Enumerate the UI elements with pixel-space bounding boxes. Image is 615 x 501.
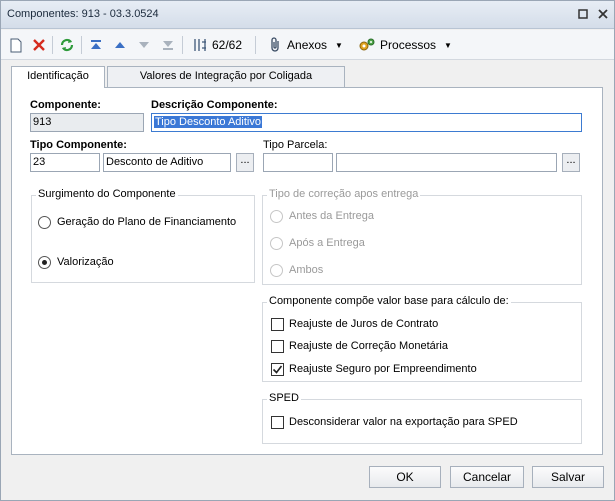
new-record-icon[interactable] xyxy=(8,36,24,54)
record-counter: 62/62 xyxy=(187,36,247,54)
previous-record-icon[interactable] xyxy=(112,36,128,54)
correction-type-group: Tipo de correção apos entrega Antes da E… xyxy=(262,188,582,285)
processes-label: Processos xyxy=(380,38,437,52)
title-bar: Componentes: 913 - 03.3.0524 xyxy=(1,1,614,29)
monetary-correction-checkbox[interactable] xyxy=(271,340,284,353)
correction-type-title: Tipo de correção apos entrega xyxy=(267,188,421,200)
cancel-button[interactable]: Cancelar xyxy=(450,466,524,488)
checkmark-icon xyxy=(272,365,283,374)
last-record-icon[interactable] xyxy=(160,36,176,54)
origin-group: Surgimento do Componente Geração do Plan… xyxy=(31,188,255,283)
insurance-readjust-checkbox[interactable] xyxy=(271,363,284,376)
ok-button[interactable]: OK xyxy=(369,466,441,488)
calc-base-title: Componente compõe valor base para cálcul… xyxy=(267,295,511,307)
origin-option-valuation-label: Valorização xyxy=(57,256,114,268)
close-window-icon[interactable] xyxy=(597,8,609,20)
sped-ignore-label: Desconsiderar valor na exportação para S… xyxy=(289,416,518,428)
sped-ignore-checkbox[interactable] xyxy=(271,416,284,429)
correction-before-label: Antes da Entrega xyxy=(289,210,375,222)
origin-option-plan-label: Geração do Plano de Financiamento xyxy=(57,216,237,228)
paperclip-icon xyxy=(271,37,279,52)
installment-type-label: Tipo Parcela: xyxy=(263,139,328,151)
sped-group: SPED Desconsiderar valor na exportação p… xyxy=(262,392,582,444)
interest-readjust-label: Reajuste de Juros de Contrato xyxy=(289,318,439,330)
component-type-desc-field[interactable]: Desconto de Aditivo xyxy=(103,153,231,172)
calc-base-group: Componente compõe valor base para cálcul… xyxy=(262,295,582,382)
save-button[interactable]: Salvar xyxy=(532,466,604,488)
monetary-correction-label: Reajuste de Correção Monetária xyxy=(289,340,448,352)
correction-after-label: Após a Entrega xyxy=(289,237,365,249)
description-value: Tipo Desconto Aditivo xyxy=(154,116,262,128)
chevron-down-icon: ▼ xyxy=(444,40,452,50)
next-record-icon[interactable] xyxy=(136,36,152,54)
interest-readjust-checkbox[interactable] xyxy=(271,318,284,331)
component-window: Componentes: 913 - 03.3.0524 62/62 Anexo… xyxy=(0,0,615,501)
record-counter-text: 62/62 xyxy=(211,38,243,52)
correction-after-radio[interactable] xyxy=(270,237,283,250)
insurance-readjust-label: Reajuste Seguro por Empreendimento xyxy=(289,363,477,375)
installment-type-desc-field[interactable] xyxy=(336,153,557,172)
gears-icon xyxy=(359,38,375,51)
window-title: Componentes: 913 - 03.3.0524 xyxy=(7,8,159,20)
toolbar-separator xyxy=(182,36,183,54)
sped-title: SPED xyxy=(267,392,301,404)
origin-option-valuation-radio[interactable] xyxy=(38,256,51,269)
first-record-icon[interactable] xyxy=(88,36,104,54)
origin-group-title: Surgimento do Componente xyxy=(36,188,178,200)
component-type-lookup-button[interactable]: ... xyxy=(236,153,254,172)
correction-both-radio[interactable] xyxy=(270,264,283,277)
correction-both-label: Ambos xyxy=(289,264,324,276)
radio-selected-dot xyxy=(42,260,47,265)
origin-option-plan-radio[interactable] xyxy=(38,216,51,229)
tab-identificacao[interactable]: Identificação xyxy=(11,66,105,88)
installment-type-lookup-button[interactable]: ... xyxy=(562,153,580,172)
toolbar-separator xyxy=(255,36,256,54)
chevron-down-icon: ▼ xyxy=(335,40,343,50)
component-field[interactable]: 913 xyxy=(30,113,144,132)
toolbar-separator xyxy=(81,36,82,54)
identification-panel: Componente: 913 Descrição Componente: Ti… xyxy=(11,87,603,455)
description-field[interactable]: Tipo Desconto Aditivo xyxy=(151,113,582,132)
component-type-label: Tipo Componente: xyxy=(30,139,127,151)
processes-button[interactable]: Processos ▼ xyxy=(355,36,455,54)
attachments-button[interactable]: Anexos ▼ xyxy=(263,36,349,54)
installment-type-code-field[interactable] xyxy=(263,153,333,172)
attachments-label: Anexos xyxy=(287,38,328,52)
restore-icon[interactable] xyxy=(577,8,589,20)
correction-before-radio[interactable] xyxy=(270,210,283,223)
component-type-code-field[interactable]: 23 xyxy=(30,153,100,172)
refresh-icon[interactable] xyxy=(58,36,76,54)
component-label: Componente: xyxy=(30,99,101,111)
delete-record-icon[interactable] xyxy=(31,36,47,54)
description-label: Descrição Componente: xyxy=(151,99,278,111)
toolbar: 62/62 Anexos ▼ Processos ▼ xyxy=(1,30,614,60)
tab-valores-integracao[interactable]: Valores de Integração por Coligada xyxy=(107,66,345,87)
toolbar-separator xyxy=(52,36,53,54)
